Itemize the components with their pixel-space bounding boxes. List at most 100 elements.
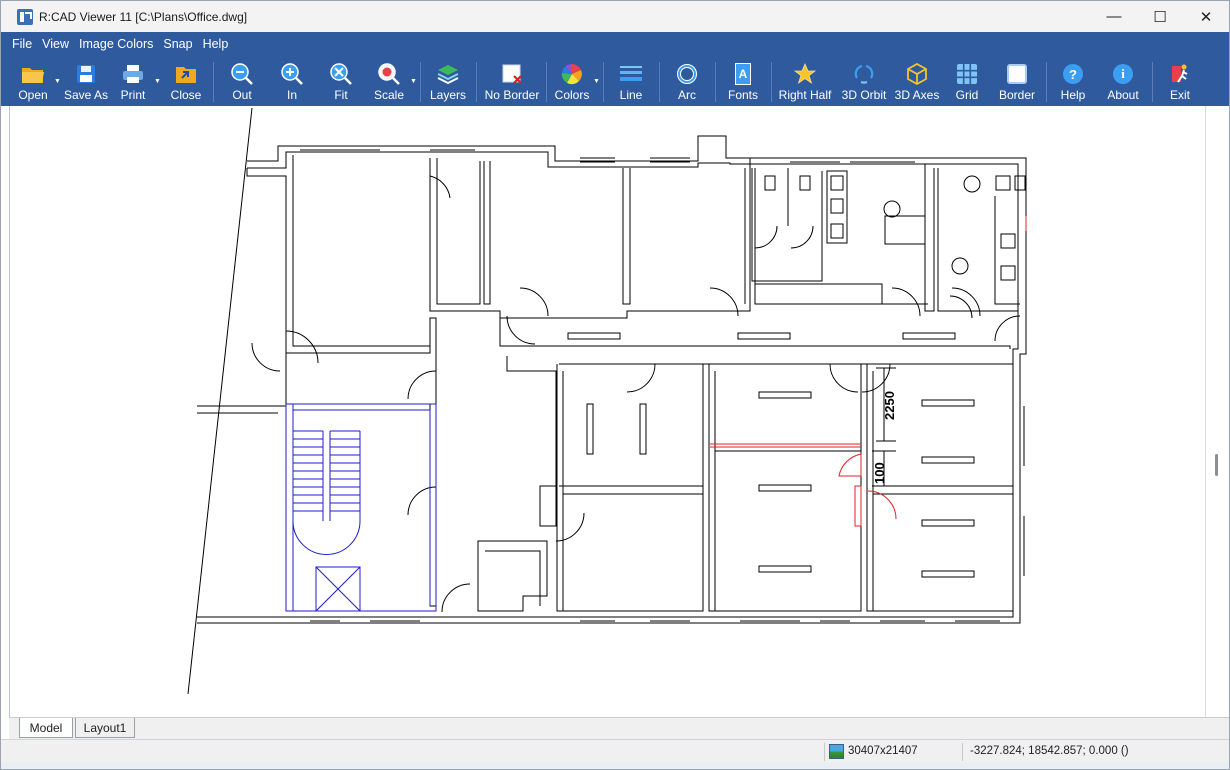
exit-button[interactable]: Exit [1162, 56, 1198, 106]
toolbar-separator [213, 62, 214, 102]
scrollbar-thumb[interactable] [1215, 454, 1218, 476]
3d-axes-button[interactable]: 3D Axes [894, 56, 940, 106]
close-file-label: Close [170, 88, 202, 102]
zoom-fit-label: Fit [334, 88, 348, 102]
tab-model[interactable]: Model [19, 718, 73, 738]
grid-label: Grid [955, 88, 979, 102]
no-border-label: No Border [484, 88, 540, 102]
toolbar-separator [715, 62, 716, 102]
window-title: R:CAD Viewer 11 [C:\Plans\Office.dwg] [39, 9, 248, 24]
scale-dropdown-icon[interactable]: ▼ [410, 78, 418, 86]
line-button[interactable]: Line [613, 56, 649, 106]
colors-button[interactable]: Colors [552, 56, 592, 106]
colors-dropdown-icon[interactable]: ▼ [593, 78, 601, 86]
print-dropdown-icon[interactable]: ▼ [154, 78, 162, 86]
menu-help[interactable]: Help [199, 37, 233, 51]
drawing-canvas[interactable]: 2250 100 [9, 106, 1205, 717]
floppy-disk-icon [74, 62, 98, 86]
menu-bar: File View Image Colors Snap Help [1, 32, 1229, 56]
orbit-icon [852, 62, 876, 86]
toolbar-separator [1152, 62, 1153, 102]
zoom-in-button[interactable]: In [274, 56, 310, 106]
toolbar-separator [546, 62, 547, 102]
menu-view[interactable]: View [38, 37, 73, 51]
help-glyph: ? [1063, 64, 1083, 84]
help-label: Help [1060, 88, 1086, 102]
tab-layout1[interactable]: Layout1 [75, 718, 135, 738]
3d-axes-label: 3D Axes [894, 88, 940, 102]
border-square-icon [1005, 62, 1029, 86]
dimension-label-2250: 2250 [882, 391, 897, 420]
vertical-scrollbar[interactable] [1205, 106, 1229, 717]
font-icon: A [731, 62, 755, 86]
exit-label: Exit [1169, 88, 1190, 102]
printer-icon [121, 62, 145, 86]
right-half-button[interactable]: Right Half [776, 56, 834, 106]
layers-label: Layers [429, 88, 467, 102]
cursor-coordinates-readout: -3227.824; 18542.857; 0.000 () [970, 745, 1129, 757]
toolbar-separator [603, 62, 604, 102]
arc-button[interactable]: Arc [669, 56, 705, 106]
status-separator [824, 743, 825, 761]
toolbar-separator [476, 62, 477, 102]
line-weight-icon [619, 62, 643, 86]
status-bar: 30407x21407 -3227.824; 18542.857; 0.000 … [1, 739, 1229, 763]
zoom-out-label: Out [232, 88, 252, 102]
floor-plan-drawing: 2250 100 [187, 107, 1027, 695]
maximize-button[interactable]: ☐ [1137, 1, 1183, 32]
arc-circle-icon [675, 62, 699, 86]
zoom-scale-button[interactable]: Scale [371, 56, 407, 106]
no-border-button[interactable]: No Border [481, 56, 543, 106]
grid-icon [955, 62, 979, 86]
open-button[interactable]: Open [15, 56, 51, 106]
zoom-scale-icon [377, 62, 401, 86]
line-label: Line [619, 88, 643, 102]
right-half-label: Right Half [778, 88, 832, 102]
toolbar-separator [1046, 62, 1047, 102]
menu-file[interactable]: File [8, 37, 36, 51]
help-button[interactable]: ? Help [1055, 56, 1091, 106]
zoom-scale-label: Scale [373, 88, 405, 102]
dimension-label-100: 100 [872, 462, 887, 484]
no-border-icon [500, 62, 524, 86]
close-window-button[interactable]: ✕ [1183, 1, 1229, 32]
font-letter: A [735, 63, 751, 85]
fonts-button[interactable]: A Fonts [723, 56, 763, 106]
zoom-out-button[interactable]: Out [224, 56, 260, 106]
menu-snap[interactable]: Snap [159, 37, 196, 51]
exit-runner-icon [1168, 62, 1192, 86]
border-button[interactable]: Border [997, 56, 1037, 106]
close-file-button[interactable]: Close [168, 56, 204, 106]
zoom-out-icon [230, 62, 254, 86]
menu-image-colors[interactable]: Image Colors [75, 37, 157, 51]
info-glyph: i [1113, 64, 1133, 84]
zoom-fit-icon [329, 62, 353, 86]
image-size-readout: 30407x21407 [848, 745, 918, 757]
layers-button[interactable]: Layers [429, 56, 467, 106]
help-icon: ? [1061, 62, 1085, 86]
image-size-icon [829, 744, 844, 759]
3d-orbit-button[interactable]: 3D Orbit [839, 56, 889, 106]
fonts-label: Fonts [727, 88, 758, 102]
arc-label: Arc [678, 88, 696, 102]
save-as-button[interactable]: Save As [64, 56, 108, 106]
folder-open-icon [21, 62, 45, 86]
print-label: Print [120, 88, 146, 102]
info-icon: i [1111, 62, 1135, 86]
minimize-button[interactable]: — [1091, 1, 1137, 32]
3d-orbit-label: 3D Orbit [841, 88, 887, 102]
colors-label: Colors [554, 88, 590, 102]
toolbar-separator [659, 62, 660, 102]
border-label: Border [998, 88, 1036, 102]
zoom-fit-button[interactable]: Fit [323, 56, 359, 106]
grid-button[interactable]: Grid [949, 56, 985, 106]
open-label: Open [18, 88, 48, 102]
layers-icon [436, 62, 460, 86]
app-logo-icon [17, 8, 33, 25]
print-button[interactable]: Print [115, 56, 151, 106]
open-dropdown-icon[interactable]: ▼ [54, 78, 62, 86]
about-button[interactable]: i About [1103, 56, 1143, 106]
toolbar-separator [771, 62, 772, 102]
zoom-in-icon [280, 62, 304, 86]
star-icon [793, 62, 817, 86]
